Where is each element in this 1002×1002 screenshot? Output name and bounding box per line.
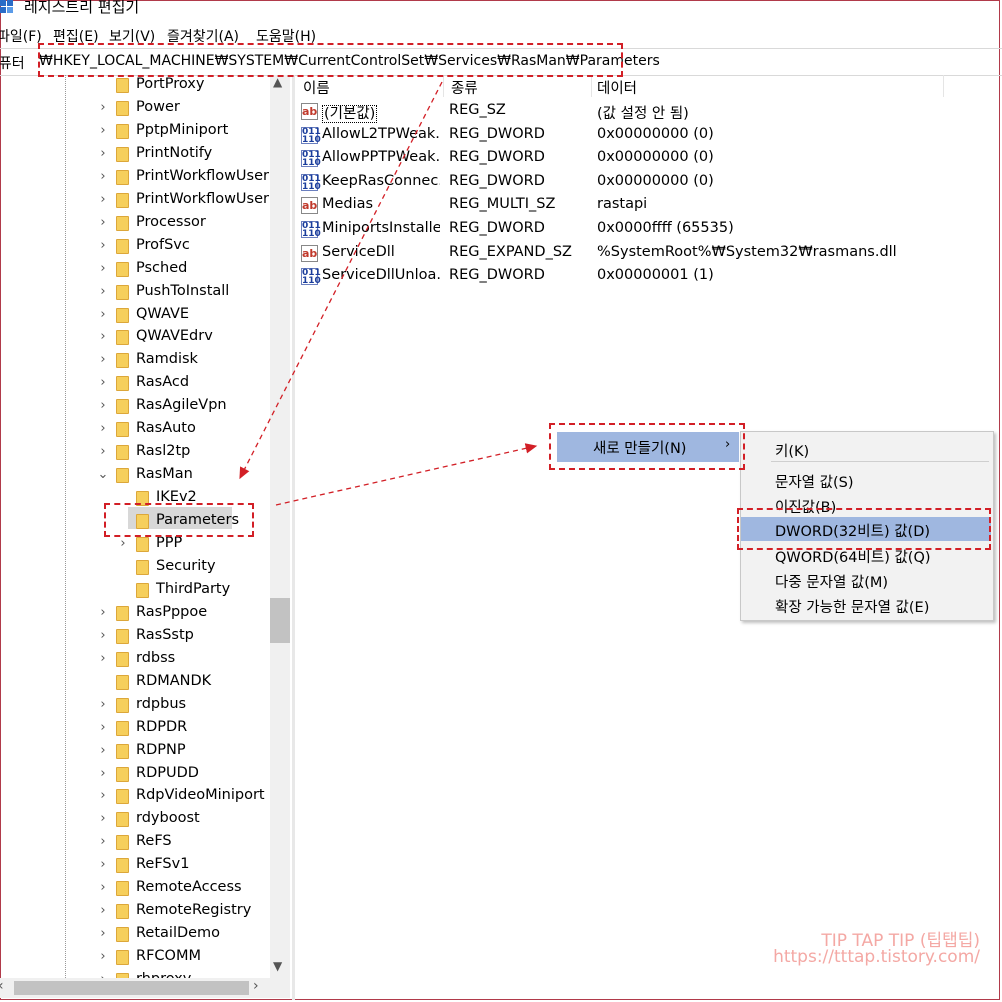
annotation-arrows [239,81,538,506]
watermark-url: https://tttap.tistory.com/ [773,947,980,967]
arrow-address-to-tree [239,81,443,480]
arrow-tree-to-menu [275,443,538,506]
